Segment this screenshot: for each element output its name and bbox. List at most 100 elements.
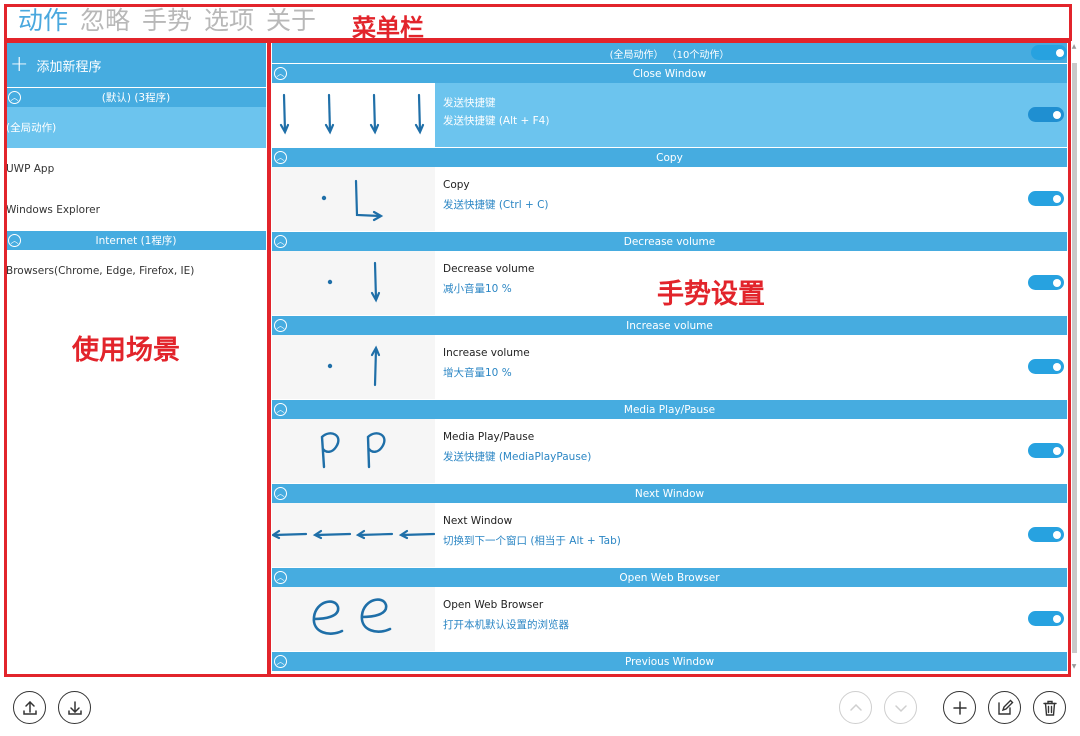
edit-icon [997, 699, 1013, 715]
section-header-decrease-volume[interactable]: ︿ Decrease volume [272, 231, 1067, 251]
gesture-toggle[interactable] [1028, 359, 1064, 374]
chevron-up-icon[interactable]: ︿ [8, 91, 21, 104]
section-header-label: Next Window [634, 487, 705, 500]
scroll-up-arrow-icon[interactable]: ▲ [1070, 43, 1078, 53]
section-header-media-play-pause[interactable]: ︿ Media Play/Pause [272, 399, 1067, 419]
gesture-toggle[interactable] [1028, 527, 1064, 542]
section-header-increase-volume[interactable]: ︿ Increase volume [272, 315, 1067, 335]
chevron-up-icon[interactable]: ︿ [8, 234, 21, 247]
list-item-uwp-app[interactable]: UWP App [6, 148, 266, 189]
menu-item-actions[interactable]: 动作 [18, 4, 68, 38]
gesture-description: 打开本机默认设置的浏览器 [443, 619, 569, 631]
section-header-close-window[interactable]: ︿ Close Window [272, 63, 1067, 83]
gesture-description: 发送快捷键 (Ctrl + C) [443, 199, 549, 211]
gesture-p-p-icon [320, 432, 386, 469]
gesture-name: Copy [443, 179, 470, 191]
gesture-down-strokes-icon [279, 93, 425, 135]
add-icon [952, 700, 967, 715]
move-down-button[interactable] [884, 691, 917, 724]
list-item-label: Browsers(Chrome, Edge, Firefox, IE) [6, 264, 195, 277]
section-header-copy[interactable]: ︿ Copy [272, 147, 1067, 167]
section-header-open-web-browser[interactable]: ︿ Open Web Browser [272, 567, 1067, 587]
gesture-row-close-window[interactable]: 发送快捷键 发送快捷键 (Alt + F4) [272, 83, 1067, 147]
section-header-label: Decrease volume [623, 235, 716, 248]
gesture-preview [272, 167, 435, 231]
gesture-row-copy[interactable]: Copy 发送快捷键 (Ctrl + C) [272, 167, 1067, 231]
gesture-preview [272, 419, 435, 483]
gesture-description: 减小音量10 % [443, 283, 512, 295]
section-header-previous-window[interactable]: ︿ Previous Window [272, 651, 1067, 671]
group-header-label: (默认) (3程序) [101, 92, 171, 104]
list-item-windows-explorer[interactable]: Windows Explorer [6, 189, 266, 230]
gesture-toggle[interactable] [1028, 611, 1064, 626]
delete-button[interactable] [1033, 691, 1066, 724]
move-up-button[interactable] [839, 691, 872, 724]
chevron-up-icon[interactable]: ︿ [274, 319, 287, 332]
gesture-toggle[interactable] [1028, 107, 1064, 122]
gesture-description: 发送快捷键 (Alt + F4) [443, 115, 550, 127]
section-header-label: Open Web Browser [619, 571, 720, 584]
group-header-internet[interactable]: ︿ Internet (1程序) [6, 230, 266, 250]
gesture-name: Media Play/Pause [443, 431, 535, 443]
gesture-preview [272, 83, 435, 147]
chevron-up-icon[interactable]: ︿ [274, 235, 287, 248]
chevron-up-icon[interactable]: ︿ [274, 67, 287, 80]
list-item-label: Windows Explorer [6, 203, 100, 216]
chevron-up-icon[interactable]: ︿ [274, 655, 287, 668]
menu-item-about[interactable]: 关于 [266, 4, 316, 38]
import-button[interactable] [58, 691, 91, 724]
edit-button[interactable] [988, 691, 1021, 724]
gesture-toggle[interactable] [1028, 443, 1064, 458]
scroll-thumb[interactable] [1072, 63, 1077, 653]
add-program-label: 添加新程序 [36, 59, 102, 75]
list-item-browsers[interactable]: Browsers(Chrome, Edge, Firefox, IE) [6, 250, 266, 291]
section-header-label: Increase volume [626, 319, 713, 332]
gesture-e-e-icon [312, 598, 392, 635]
section-header-next-window[interactable]: ︿ Next Window [272, 483, 1067, 503]
gesture-toggle[interactable] [1028, 191, 1064, 206]
export-button[interactable] [13, 691, 46, 724]
gesture-preview [272, 251, 435, 315]
section-header-label: Copy [656, 151, 683, 164]
menu-item-options[interactable]: 选项 [204, 4, 254, 38]
group-header-label: Internet (1程序) [95, 235, 177, 247]
chevron-up-icon [849, 703, 862, 711]
gesture-row-media-play-pause[interactable]: Media Play/Pause 发送快捷键 (MediaPlayPause) [272, 419, 1067, 483]
add-program-button[interactable]: + 添加新程序 [6, 43, 266, 87]
scroll-down-arrow-icon[interactable]: ▼ [1070, 663, 1078, 673]
list-item-label: (全局动作) [6, 122, 57, 134]
gesture-description: 增大音量10 % [443, 367, 512, 379]
gesture-row-next-window[interactable]: Next Window 切换到下一个窗口 (相当于 Alt + Tab) [272, 503, 1067, 567]
gesture-left-strokes-icon [272, 529, 436, 540]
gesture-description: 发送快捷键 (MediaPlayPause) [443, 451, 592, 463]
global-actions-label: (全局动作） （10个动作） [609, 49, 730, 61]
chevron-up-icon[interactable]: ︿ [274, 571, 287, 584]
download-icon [67, 700, 82, 715]
group-header-default[interactable]: ︿ (默认) (3程序) [6, 87, 266, 107]
menu-item-gestures[interactable]: 手势 [142, 4, 192, 38]
list-item-label: UWP App [6, 162, 55, 175]
gesture-toggle[interactable] [1028, 275, 1064, 290]
global-actions-header: (全局动作） （10个动作） [272, 43, 1067, 63]
gesture-name: Increase volume [443, 347, 530, 359]
section-header-label: Media Play/Pause [623, 403, 716, 416]
gesture-dot-up-icon [327, 345, 381, 387]
chevron-up-icon[interactable]: ︿ [274, 487, 287, 500]
gesture-row-decrease-volume[interactable]: Decrease volume 减小音量10 % [272, 251, 1067, 315]
section-header-label: Previous Window [624, 655, 715, 668]
chevron-up-icon[interactable]: ︿ [274, 151, 287, 164]
menu-bar: 动作 忽略 手势 选项 关于 [0, 0, 1080, 40]
gesture-preview [272, 503, 436, 567]
delete-icon [1042, 700, 1057, 716]
gesture-row-open-web-browser[interactable]: Open Web Browser 打开本机默认设置的浏览器 [272, 587, 1067, 651]
scrollbar[interactable]: ▲ ▼ [1070, 43, 1078, 673]
gesture-name: Open Web Browser [443, 599, 544, 611]
list-item-global-actions[interactable]: (全局动作) [6, 107, 266, 148]
global-toggle[interactable] [1031, 45, 1067, 60]
gesture-preview [272, 335, 435, 399]
gesture-row-increase-volume[interactable]: Increase volume 增大音量10 % [272, 335, 1067, 399]
chevron-up-icon[interactable]: ︿ [274, 403, 287, 416]
add-button[interactable] [943, 691, 976, 724]
menu-item-ignore[interactable]: 忽略 [80, 4, 130, 38]
plus-icon: + [10, 52, 29, 77]
